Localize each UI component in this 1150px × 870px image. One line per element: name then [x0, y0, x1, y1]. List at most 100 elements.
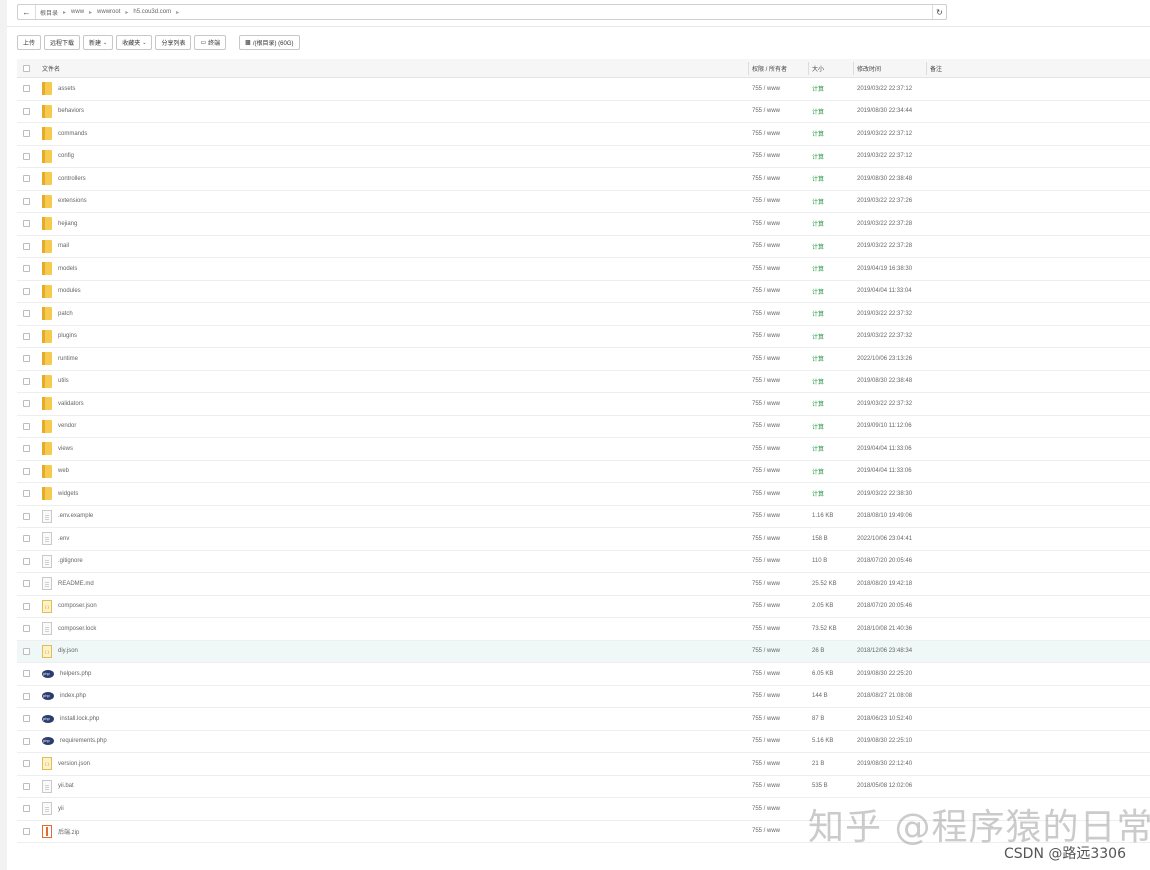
table-row[interactable]: .env.example 755 / www 1.16 KB 2018/08/10 1… — [17, 506, 1150, 528]
file-name[interactable]: views — [58, 446, 73, 452]
file-name[interactable]: hejiang — [58, 221, 77, 227]
file-name[interactable]: plugins — [58, 333, 77, 339]
file-name[interactable]: install.lock.php — [60, 716, 99, 722]
file-name[interactable]: index.php — [60, 693, 86, 699]
file-name-cell[interactable]: yii.bat — [42, 776, 742, 798]
file-size[interactable]: 计算 — [812, 303, 854, 325]
file-name-cell[interactable]: modules — [42, 281, 742, 303]
file-name[interactable]: helpers.php — [60, 671, 91, 677]
file-name-cell[interactable]: diy.json — [42, 641, 742, 663]
row-checkbox[interactable] — [23, 303, 33, 325]
file-name[interactable]: mail — [58, 243, 69, 249]
crumb-root[interactable]: 根目录 — [40, 8, 58, 17]
file-name[interactable]: yii.bat — [58, 783, 74, 789]
row-checkbox[interactable] — [23, 213, 33, 235]
row-checkbox[interactable] — [23, 123, 33, 145]
file-name[interactable]: behaviors — [58, 108, 84, 114]
file-perm[interactable]: 755 / www — [752, 303, 807, 325]
file-name[interactable]: requirements.php — [60, 738, 107, 744]
table-row[interactable]: views 755 / www 计算 2019/04/04 11:33:06 — [17, 438, 1150, 461]
row-checkbox[interactable] — [23, 596, 33, 618]
row-checkbox[interactable] — [23, 506, 33, 528]
select-all-checkbox[interactable] — [23, 59, 33, 77]
remote-download-button[interactable]: 远程下载 — [44, 35, 81, 50]
row-checkbox[interactable] — [23, 461, 33, 483]
file-name-cell[interactable]: README.md — [42, 573, 742, 595]
file-perm[interactable]: 755 / www — [752, 573, 807, 595]
table-row[interactable]: web 755 / www 计算 2019/04/04 11:33:06 — [17, 461, 1150, 483]
file-perm[interactable]: 755 / www — [752, 416, 807, 438]
table-row[interactable]: .gitignore 755 / www 110 B 2018/07/20 20:05… — [17, 551, 1150, 573]
row-checkbox[interactable] — [23, 776, 33, 798]
header-size[interactable]: 大小 — [812, 59, 854, 77]
table-row[interactable]: .env 755 / www 158 B 2022/10/06 23:04:41 — [17, 528, 1150, 551]
table-row[interactable]: patch 755 / www 计算 2019/03/22 22:37:32 — [17, 303, 1150, 326]
file-perm[interactable]: 755 / www — [752, 213, 807, 235]
row-checkbox[interactable] — [23, 686, 33, 708]
row-checkbox[interactable] — [23, 348, 33, 370]
file-size[interactable]: 计算 — [812, 191, 854, 213]
row-checkbox[interactable] — [23, 281, 33, 303]
file-perm[interactable]: 755 / www — [752, 708, 807, 730]
file-size[interactable]: 计算 — [812, 258, 854, 280]
row-checkbox[interactable] — [23, 416, 33, 438]
file-size[interactable]: 计算 — [812, 438, 854, 460]
file-size[interactable]: 计算 — [812, 483, 854, 505]
file-name-cell[interactable]: validators — [42, 393, 742, 415]
file-perm[interactable]: 755 / www — [752, 236, 807, 258]
file-perm[interactable]: 755 / www — [752, 821, 807, 843]
row-checkbox[interactable] — [23, 101, 33, 123]
table-row[interactable]: diy.json 755 / www 26 B 2018/12/06 23:48:34 — [17, 640, 1150, 663]
file-size[interactable]: 计算 — [812, 213, 854, 235]
row-checkbox[interactable] — [23, 371, 33, 393]
file-perm[interactable]: 755 / www — [752, 753, 807, 775]
table-row[interactable]: helpers.php 755 / www 6.05 KB 2019/08/30 22… — [17, 663, 1150, 686]
table-row[interactable]: plugins 755 / www 计算 2019/03/22 22:37:32 — [17, 326, 1150, 348]
file-name-cell[interactable]: patch — [42, 303, 742, 325]
file-size[interactable]: 计算 — [812, 123, 854, 145]
file-name[interactable]: vendor — [58, 423, 76, 429]
file-size[interactable]: 计算 — [812, 236, 854, 258]
row-checkbox[interactable] — [23, 393, 33, 415]
file-name[interactable]: widgets — [58, 491, 78, 497]
table-row[interactable]: mail 755 / www 计算 2019/03/22 22:37:28 — [17, 236, 1150, 258]
file-perm[interactable]: 755 / www — [752, 258, 807, 280]
file-name-cell[interactable]: 后端.zip — [42, 821, 742, 843]
file-name-cell[interactable]: models — [42, 258, 742, 280]
file-perm[interactable]: 755 / www — [752, 641, 807, 663]
file-perm[interactable]: 755 / www — [752, 618, 807, 640]
file-perm[interactable]: 755 / www — [752, 461, 807, 483]
file-name[interactable]: .gitignore — [58, 558, 83, 564]
table-row[interactable]: widgets 755 / www 计算 2019/03/22 22:38:30 — [17, 483, 1150, 506]
file-name[interactable]: commands — [58, 131, 87, 137]
file-name-cell[interactable]: plugins — [42, 326, 742, 348]
header-name[interactable]: 文件名 — [42, 59, 742, 77]
file-perm[interactable]: 755 / www — [752, 101, 807, 123]
file-name-cell[interactable]: helpers.php — [42, 663, 742, 685]
file-name-cell[interactable]: runtime — [42, 348, 742, 370]
row-checkbox[interactable] — [23, 168, 33, 190]
file-name-cell[interactable]: controllers — [42, 168, 742, 190]
row-checkbox[interactable] — [23, 573, 33, 595]
row-checkbox[interactable] — [23, 528, 33, 550]
header-mtime[interactable]: 修改时间 — [857, 59, 927, 77]
file-name[interactable]: yii — [58, 806, 64, 812]
file-perm[interactable]: 755 / www — [752, 663, 807, 685]
file-perm[interactable]: 755 / www — [752, 506, 807, 528]
file-perm[interactable]: 755 / www — [752, 528, 807, 550]
share-list-button[interactable]: 分享列表 — [155, 35, 192, 50]
refresh-icon[interactable]: ↻ — [932, 5, 946, 19]
file-name[interactable]: composer.json — [58, 603, 97, 609]
table-row[interactable]: controllers 755 / www 计算 2019/08/30 22:38:4… — [17, 168, 1150, 191]
row-checkbox[interactable] — [23, 641, 33, 663]
file-name[interactable]: version.json — [58, 761, 90, 767]
file-size[interactable]: 计算 — [812, 393, 854, 415]
terminal-button[interactable]: ▭ 终端 — [194, 35, 227, 50]
file-name-cell[interactable]: .gitignore — [42, 551, 742, 573]
file-size[interactable]: 计算 — [812, 461, 854, 483]
file-name-cell[interactable]: version.json — [42, 753, 742, 775]
file-name-cell[interactable]: .env — [42, 528, 742, 550]
file-name[interactable]: patch — [58, 311, 73, 317]
disk-button[interactable]: ▩/(根目录) (60G) — [239, 35, 300, 50]
table-row[interactable]: assets 755 / www 计算 2019/03/22 22:37:12 — [17, 78, 1150, 101]
